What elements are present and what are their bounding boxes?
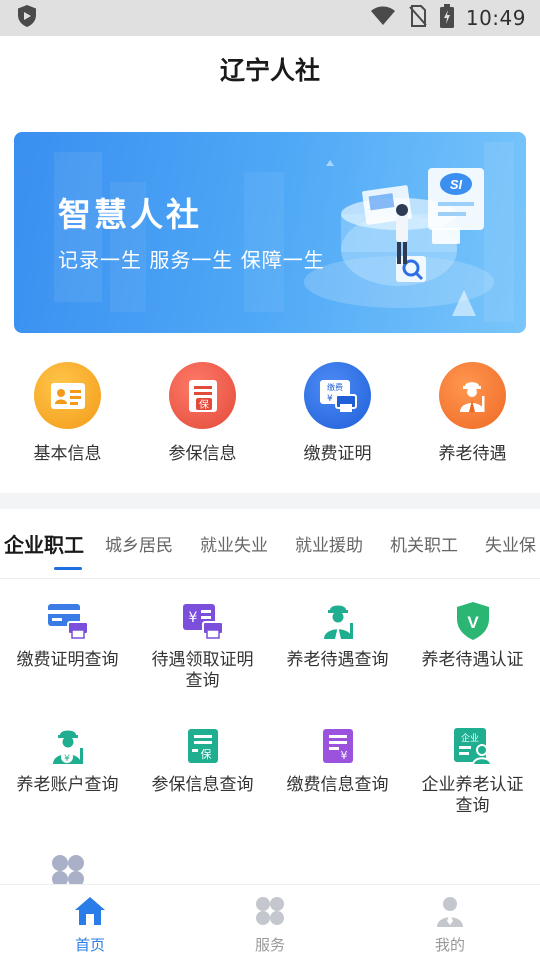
quick-pension-benefit[interactable]: 养老待遇 <box>405 362 540 472</box>
category-tabs: 企业职工 城乡居民 就业失业 就业援助 机关职工 失业保 <box>0 509 540 579</box>
svg-text:保: 保 <box>199 398 209 411</box>
user-icon <box>434 895 466 931</box>
service-insurance-info-query[interactable]: 保 参保信息查询 <box>135 723 270 796</box>
nav-services[interactable]: 服务 <box>180 885 360 960</box>
quick-label: 缴费证明 <box>303 444 372 464</box>
payment-icon-text: 缴费 <box>327 382 343 392</box>
elder-yen-icon: ¥ <box>45 723 91 769</box>
quick-label: 基本信息 <box>33 444 102 464</box>
elder-icon <box>315 598 361 644</box>
enterprise-auth-icon: 企业 <box>450 723 496 769</box>
service-pension-account-query[interactable]: ¥ 养老账户查询 <box>0 723 135 796</box>
bottom-nav: 首页 服务 我的 <box>0 884 540 960</box>
shield-v-icon: V <box>450 598 496 644</box>
service-label: 参保信息查询 <box>151 775 254 795</box>
enterprise-icon-text: 企业 <box>460 732 478 744</box>
tab-employment-assistance[interactable]: 就业援助 <box>295 531 363 556</box>
no-sim-icon <box>408 5 428 31</box>
insurance-doc-text: 保 <box>200 747 211 761</box>
yen-doc-icon: ¥ <box>315 723 361 769</box>
nav-label: 首页 <box>74 936 105 954</box>
tab-enterprise-staff[interactable]: 企业职工 <box>4 529 84 558</box>
card-printer-icon <box>45 598 91 644</box>
service-label: 缴费证明查询 <box>16 650 119 670</box>
quick-insurance-info[interactable]: 保 参保信息 <box>135 362 270 472</box>
tab-unemployment-insurance[interactable]: 失业保 <box>485 531 536 556</box>
banner-subtitle: 记录一生 服务一生 保障一生 <box>58 248 325 272</box>
home-icon <box>74 895 106 931</box>
svg-text:¥: ¥ <box>340 749 347 762</box>
banner-si-badge: SI <box>450 177 463 192</box>
quick-actions: 基本信息 保 参保信息 缴费 ¥ 缴费证明 养老待遇 <box>0 362 540 472</box>
page-title: 辽宁人社 <box>219 56 320 85</box>
service-pension-benefit-query[interactable]: 养老待遇查询 <box>270 598 405 671</box>
service-label: 养老待遇查询 <box>286 650 389 670</box>
service-label: 养老待遇认证 <box>421 650 524 670</box>
shield-v-text: V <box>467 613 479 632</box>
service-payment-proof-query[interactable]: 缴费证明查询 <box>0 598 135 671</box>
quick-label: 养老待遇 <box>438 444 507 464</box>
insurance-doc-icon: 保 <box>180 723 226 769</box>
service-label: 企业养老认证查询 <box>421 775 524 816</box>
elder-icon <box>439 362 506 429</box>
svg-text:¥: ¥ <box>327 394 333 404</box>
service-enterprise-pension-auth-query[interactable]: 企业 企业养老认证查询 <box>405 723 540 817</box>
shield-app-icon <box>16 4 38 32</box>
svg-text:¥: ¥ <box>64 754 70 764</box>
service-label: 待遇领取证明查询 <box>151 650 254 691</box>
active-tab-indicator <box>54 567 82 570</box>
nav-home[interactable]: 首页 <box>0 885 180 960</box>
quick-payment-proof[interactable]: 缴费 ¥ 缴费证明 <box>270 362 405 472</box>
wifi-icon <box>370 6 396 30</box>
status-bar: 10:49 <box>0 0 540 36</box>
status-time: 10:49 <box>465 6 526 30</box>
service-benefit-proof-query[interactable]: ¥ 待遇领取证明查询 <box>135 598 270 692</box>
battery-charging-icon <box>439 4 454 32</box>
yen-printer-icon: ¥ <box>180 598 226 644</box>
payment-printer-icon: 缴费 ¥ <box>304 362 371 429</box>
insurance-doc-icon: 保 <box>169 362 236 429</box>
nav-label: 我的 <box>434 936 465 954</box>
service-payment-info-query[interactable]: ¥ 缴费信息查询 <box>270 723 405 796</box>
quick-basic-info[interactable]: 基本信息 <box>0 362 135 472</box>
tab-urban-rural-residents[interactable]: 城乡居民 <box>105 531 173 556</box>
service-label: 养老账户查询 <box>16 775 119 795</box>
section-divider <box>0 493 540 509</box>
banner-title: 智慧人社 <box>58 195 202 234</box>
nav-mine[interactable]: 我的 <box>360 885 540 960</box>
nav-label: 服务 <box>254 936 285 954</box>
tab-employment-unemployment[interactable]: 就业失业 <box>200 531 268 556</box>
svg-text:¥: ¥ <box>188 610 197 626</box>
clover-icon <box>254 895 286 931</box>
promo-banner[interactable]: SI 智慧人社 记录一生 服务一生 保障一生 <box>14 132 526 333</box>
quick-label: 参保信息 <box>168 444 237 464</box>
id-card-icon <box>34 362 101 429</box>
service-pension-authentication[interactable]: V 养老待遇认证 <box>405 598 540 671</box>
tab-government-staff[interactable]: 机关职工 <box>390 531 458 556</box>
service-label: 缴费信息查询 <box>286 775 389 795</box>
